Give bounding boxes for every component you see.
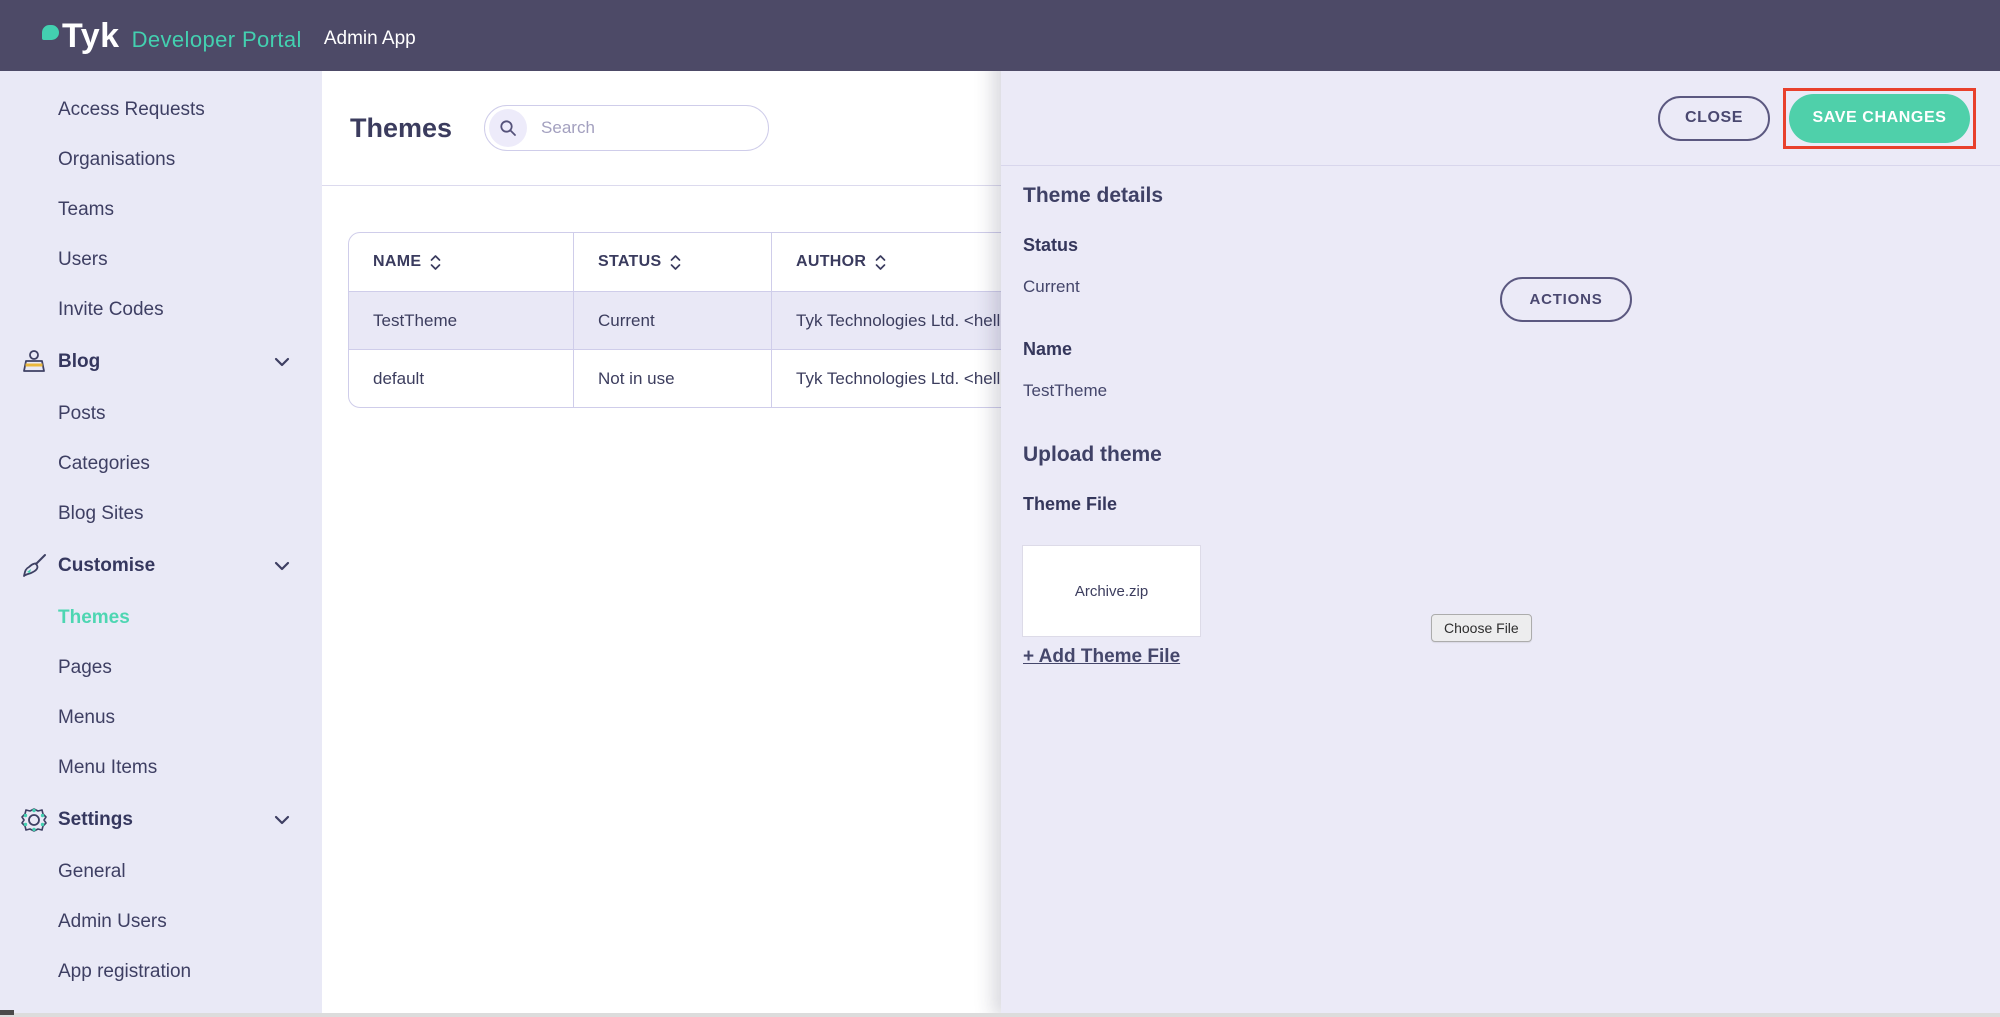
table-header-status[interactable]: STATUS — [573, 233, 771, 291]
sidebar-item-teams[interactable]: Teams — [0, 185, 322, 235]
top-navbar: Tyk Developer Portal Admin App — [0, 0, 2000, 71]
blog-icon — [18, 346, 50, 378]
bottom-scrollbar-track[interactable] — [0, 1013, 2000, 1017]
brand-title: Developer Portal — [131, 26, 302, 52]
sidebar-item-categories[interactable]: Categories — [0, 439, 322, 489]
sidebar-item-organisations[interactable]: Organisations — [0, 135, 322, 185]
table-header-name[interactable]: NAME — [349, 233, 573, 291]
sidebar-nav: Access Requests Organisations Teams User… — [0, 71, 322, 1013]
gear-icon — [18, 804, 50, 836]
choose-file-button[interactable]: Choose File — [1431, 614, 1532, 642]
sidebar-item-invite-codes[interactable]: Invite Codes — [0, 285, 322, 335]
table-row-testtheme-name[interactable]: TestTheme — [349, 291, 573, 349]
save-changes-button[interactable]: SAVE CHANGES — [1789, 93, 1970, 143]
chevron-down-icon — [274, 815, 290, 825]
sidebar-item-pages[interactable]: Pages — [0, 643, 322, 693]
name-label: Name — [1023, 339, 1073, 359]
search-field[interactable] — [484, 105, 770, 151]
sidebar-item-menu-items[interactable]: Menu Items — [0, 743, 322, 793]
drawer-actionbar: CLOSE SAVE CHANGES — [1001, 71, 2000, 166]
sidebar-item-general[interactable]: General — [0, 847, 322, 897]
theme-file-box[interactable]: Archive.zip — [1022, 545, 1201, 637]
sidebar-item-app-registration[interactable]: App registration — [0, 947, 322, 997]
chevron-down-icon — [274, 357, 290, 367]
bottom-scrollbar-thumb[interactable] — [0, 1010, 14, 1015]
status-value: Current — [1023, 277, 1080, 296]
edit-themes-drawer: Edit Themes — [1001, 0, 2000, 1017]
chevron-down-icon — [274, 561, 290, 571]
table-row-default-status[interactable]: Not in use — [573, 349, 771, 407]
search-icon — [489, 109, 528, 147]
sidebar-item-admin-users[interactable]: Admin Users — [0, 897, 322, 947]
sidebar-item-themes[interactable]: Themes — [0, 593, 322, 643]
status-label: Status — [1023, 235, 1079, 255]
actions-button[interactable]: ACTIONS — [1500, 277, 1632, 322]
sort-icon — [874, 254, 887, 271]
sidebar-item-menus[interactable]: Menus — [0, 693, 322, 743]
add-theme-file-link[interactable]: + Add Theme File — [1023, 646, 1180, 668]
app-label: Admin App — [323, 27, 416, 49]
sidebar-section-customise[interactable]: Customise — [0, 539, 322, 593]
logo-text: Tyk — [62, 16, 120, 55]
close-button[interactable]: CLOSE — [1658, 95, 1770, 141]
table-row-default-name[interactable]: default — [349, 349, 573, 407]
page-title: Themes — [350, 112, 453, 143]
search-input[interactable] — [541, 118, 742, 138]
sidebar-item-blog-sites[interactable]: Blog Sites — [0, 489, 322, 539]
sidebar-item-users[interactable]: Users — [0, 235, 322, 285]
theme-file-label: Theme File — [1023, 494, 1118, 514]
paintbrush-icon — [18, 550, 50, 582]
sidebar-section-settings[interactable]: Settings — [0, 793, 322, 847]
tyk-leaf-icon — [42, 24, 59, 40]
save-annotation-highlight: SAVE CHANGES — [1783, 87, 1976, 149]
sort-icon — [429, 254, 442, 271]
sidebar-section-blog[interactable]: Blog — [0, 335, 322, 389]
drawer-body: Theme details Status Current ACTIONS Nam… — [1001, 166, 2000, 1017]
theme-details-heading: Theme details — [1023, 184, 1164, 207]
sidebar-item-access-requests[interactable]: Access Requests — [0, 85, 322, 135]
table-row-testtheme-status[interactable]: Current — [573, 291, 771, 349]
name-value: TestTheme — [1023, 381, 1108, 400]
tyk-logo: Tyk — [42, 19, 120, 53]
sort-icon — [669, 254, 682, 271]
theme-file-name: Archive.zip — [1074, 582, 1149, 600]
sidebar-item-posts[interactable]: Posts — [0, 389, 322, 439]
upload-theme-heading: Upload theme — [1023, 443, 1162, 466]
